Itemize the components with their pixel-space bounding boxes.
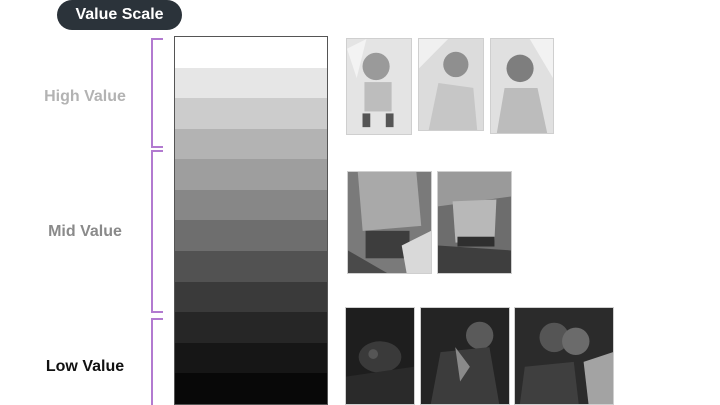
photo-low-3 xyxy=(514,307,614,405)
mid-value-bracket xyxy=(151,150,163,313)
value-swatch-3 xyxy=(175,98,327,129)
photo-high-2 xyxy=(418,38,484,131)
photo-low-2 xyxy=(420,307,510,405)
high-value-bracket xyxy=(151,38,163,148)
value-swatch-12 xyxy=(175,373,327,404)
photo-low-1 xyxy=(345,307,415,405)
high-value-photos xyxy=(346,38,554,135)
value-swatch-11 xyxy=(175,342,327,374)
value-swatch-5 xyxy=(175,159,327,190)
low-value-photos xyxy=(345,307,614,405)
photo-high-3 xyxy=(490,38,554,134)
value-scale xyxy=(174,36,328,405)
value-swatch-8 xyxy=(175,251,327,282)
photo-mid-2 xyxy=(437,171,512,274)
mid-value-label: Mid Value xyxy=(48,223,122,240)
value-swatch-10 xyxy=(175,312,327,343)
value-swatch-2 xyxy=(175,67,327,99)
low-value-label: Low Value xyxy=(45,358,125,375)
value-swatch-4 xyxy=(175,128,327,160)
value-swatch-9 xyxy=(175,281,327,313)
photo-high-1 xyxy=(346,38,412,135)
photo-mid-1 xyxy=(347,171,432,274)
mid-value-photos xyxy=(347,171,512,274)
low-value-bracket xyxy=(151,318,163,405)
page-title: Value Scale xyxy=(57,0,182,30)
value-swatch-6 xyxy=(175,189,327,221)
value-swatch-1 xyxy=(175,37,327,68)
high-value-label: High Value xyxy=(44,88,126,105)
value-swatch-7 xyxy=(175,220,327,252)
